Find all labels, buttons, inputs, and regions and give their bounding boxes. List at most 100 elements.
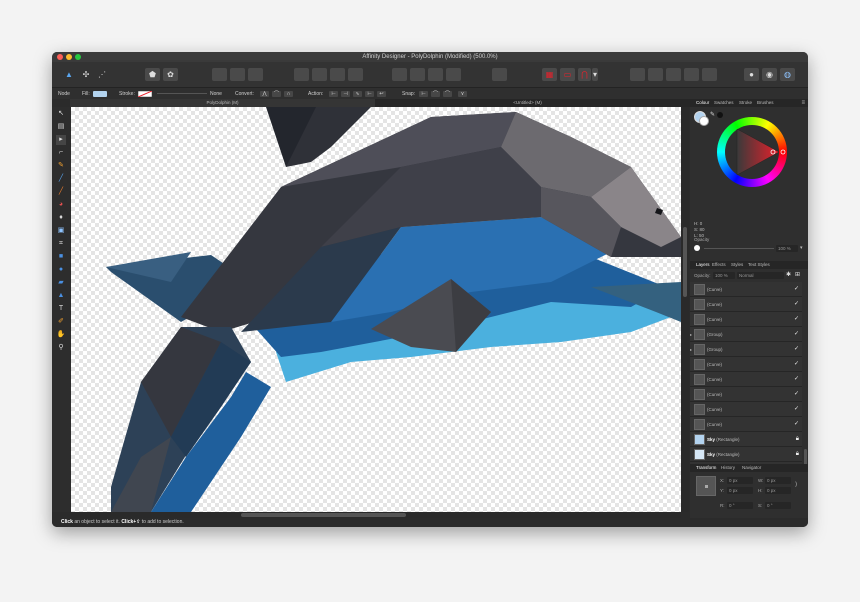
move-tool-icon[interactable]: ↖ <box>56 109 66 119</box>
layer-options-icon[interactable]: ⊞ <box>795 271 800 278</box>
layer-row[interactable]: ▶ (Group) ✓ <box>690 327 802 342</box>
visibility-check-icon[interactable]: ✓ <box>794 357 799 372</box>
rotation-field[interactable]: 0 ° <box>727 502 753 509</box>
tab-transform[interactable]: Transform <box>696 464 716 472</box>
action-close-button[interactable]: ⊣ <box>341 91 350 97</box>
flip-vertical-button[interactable] <box>410 68 425 81</box>
triangle-tool-icon[interactable]: ▲ <box>56 291 66 301</box>
boolean-add-button[interactable] <box>630 68 645 81</box>
convert-smooth-button[interactable]: ⌒ <box>272 91 281 97</box>
align-button[interactable] <box>446 68 461 81</box>
lock-icon[interactable]: 🔒︎ <box>796 447 799 462</box>
tab-brushes[interactable]: Brushes <box>757 99 774 107</box>
tab-layers[interactable]: Layers <box>696 261 710 269</box>
boolean-subtract-button[interactable] <box>648 68 663 81</box>
artboard-tool-icon[interactable]: ▤ <box>56 122 66 132</box>
text-align-button[interactable] <box>492 68 507 81</box>
x-field[interactable]: 0 px <box>727 477 753 484</box>
vector-brush-tool-icon[interactable]: ╱ <box>56 187 66 197</box>
layer-row[interactable]: Sky (Rectangle) 🔒︎ <box>690 447 802 462</box>
stroke-swatch[interactable] <box>138 91 152 97</box>
ellipse-tool-icon[interactable]: ● <box>56 265 66 275</box>
tab-navigator[interactable]: Navigator <box>742 464 761 472</box>
view-mode-button-1[interactable] <box>212 68 227 81</box>
snapping-dropdown-icon[interactable]: ▾ <box>592 68 598 81</box>
visibility-check-icon[interactable]: ✓ <box>794 312 799 327</box>
document-canvas[interactable] <box>71 107 681 512</box>
tab-history[interactable]: History <box>721 464 735 472</box>
tab-effects[interactable]: Effects <box>712 261 726 269</box>
tab-swatches[interactable]: Swatches <box>714 99 734 107</box>
minimize-window-button[interactable] <box>66 54 72 60</box>
visibility-check-icon[interactable]: ✓ <box>794 417 799 432</box>
anchor-selector[interactable] <box>696 476 716 496</box>
layer-row[interactable]: (Curve) ✓ <box>690 312 802 327</box>
layer-row[interactable]: (Curve) ✓ <box>690 417 802 432</box>
snapping-options-icon[interactable]: ▭ <box>560 68 575 81</box>
layer-row[interactable]: (Curve) ✓ <box>690 297 802 312</box>
snap-option-3-button[interactable]: ⌒ <box>443 91 452 97</box>
color-picker-tool-icon[interactable]: ✐ <box>56 317 66 327</box>
w-field[interactable]: 0 px <box>765 477 791 484</box>
vertical-scroll-thumb[interactable] <box>683 227 687 297</box>
layer-row[interactable]: Sky (Rectangle) 🔒︎ <box>690 432 802 447</box>
boolean-divide-button[interactable] <box>702 68 717 81</box>
magnet-icon[interactable]: ⋂ <box>578 68 591 81</box>
preferences-icon[interactable]: ✿ <box>163 68 178 81</box>
visibility-check-icon[interactable]: ✓ <box>794 387 799 402</box>
vertical-scrollbar[interactable] <box>681 107 689 512</box>
fill-swatch[interactable] <box>93 91 107 97</box>
eyedropper-icon[interactable]: ✎ <box>710 111 715 118</box>
layer-row[interactable]: (Curve) ✓ <box>690 402 802 417</box>
lock-aspect-icon[interactable]: ⟩ <box>795 481 797 488</box>
y-field[interactable]: 0 px <box>727 487 753 494</box>
action-join-button[interactable]: ⊢ <box>365 91 374 97</box>
snapping-icon[interactable]: ▦ <box>542 68 557 81</box>
arrange-backward-button[interactable] <box>312 68 327 81</box>
arrange-back-button[interactable] <box>294 68 309 81</box>
horizontal-scroll-thumb[interactable] <box>241 513 406 517</box>
layer-row[interactable]: (Curve) ✓ <box>690 372 802 387</box>
action-reverse-button[interactable]: ↩ <box>377 91 386 97</box>
rounded-rectangle-tool-icon[interactable]: ▰ <box>56 278 66 288</box>
tab-styles[interactable]: Styles <box>731 261 743 269</box>
arrange-forward-button[interactable] <box>330 68 345 81</box>
opacity-dropdown-icon[interactable]: ▾ <box>800 245 803 251</box>
stroke-color-well[interactable] <box>699 116 709 126</box>
layer-row[interactable]: (Curve) ✓ <box>690 357 802 372</box>
snap-option-4-button[interactable]: ⋎ <box>458 91 467 97</box>
user-icon[interactable]: ◍ <box>780 68 795 81</box>
arrange-front-button[interactable] <box>348 68 363 81</box>
place-image-tool-icon[interactable]: ▣ <box>56 226 66 236</box>
tab-stroke[interactable]: Stroke <box>739 99 752 107</box>
fill-tool-icon[interactable]: ◕ <box>56 200 66 210</box>
crop-tool-icon[interactable]: ⌗ <box>56 239 66 249</box>
pixel-persona-icon[interactable]: ✣ <box>80 68 92 81</box>
rotate-button[interactable] <box>428 68 443 81</box>
designer-persona-icon[interactable]: ▲ <box>62 68 76 81</box>
zoom-tool-icon[interactable]: ⚲ <box>56 343 66 353</box>
color-wheel[interactable] <box>717 117 787 187</box>
snap-option-2-button[interactable]: ⌒ <box>431 91 440 97</box>
point-transform-tool-icon[interactable]: ⌐ <box>56 148 66 158</box>
lock-icon[interactable]: 🔒︎ <box>796 432 799 447</box>
shear-field[interactable]: 0 ° <box>765 502 791 509</box>
transparency-tool-icon[interactable]: ♦ <box>56 213 66 223</box>
layer-row[interactable]: (Curve) ✓ <box>690 387 802 402</box>
action-smooth-button[interactable]: ∿ <box>353 91 362 97</box>
flip-horizontal-button[interactable] <box>392 68 407 81</box>
rectangle-tool-icon[interactable]: ■ <box>56 252 66 262</box>
view-mode-button-2[interactable] <box>230 68 245 81</box>
visibility-check-icon[interactable]: ✓ <box>794 297 799 312</box>
assistant-icon[interactable]: ● <box>744 68 759 81</box>
doc-tab-untitled[interactable]: <Untitled> (M) <box>375 99 680 107</box>
tab-colour[interactable]: Colour <box>696 99 709 107</box>
visibility-check-icon[interactable]: ✓ <box>794 327 799 342</box>
panel-menu-icon[interactable]: ≡ <box>801 99 805 107</box>
layer-opacity-field[interactable]: 100 % <box>713 272 735 279</box>
studio-icon[interactable]: ◉ <box>762 68 777 81</box>
visibility-check-icon[interactable]: ✓ <box>794 402 799 417</box>
expand-arrow-icon[interactable]: ▶ <box>690 342 692 357</box>
h-field[interactable]: 0 px <box>765 487 791 494</box>
snap-option-1-button[interactable]: ⊢ <box>419 91 428 97</box>
